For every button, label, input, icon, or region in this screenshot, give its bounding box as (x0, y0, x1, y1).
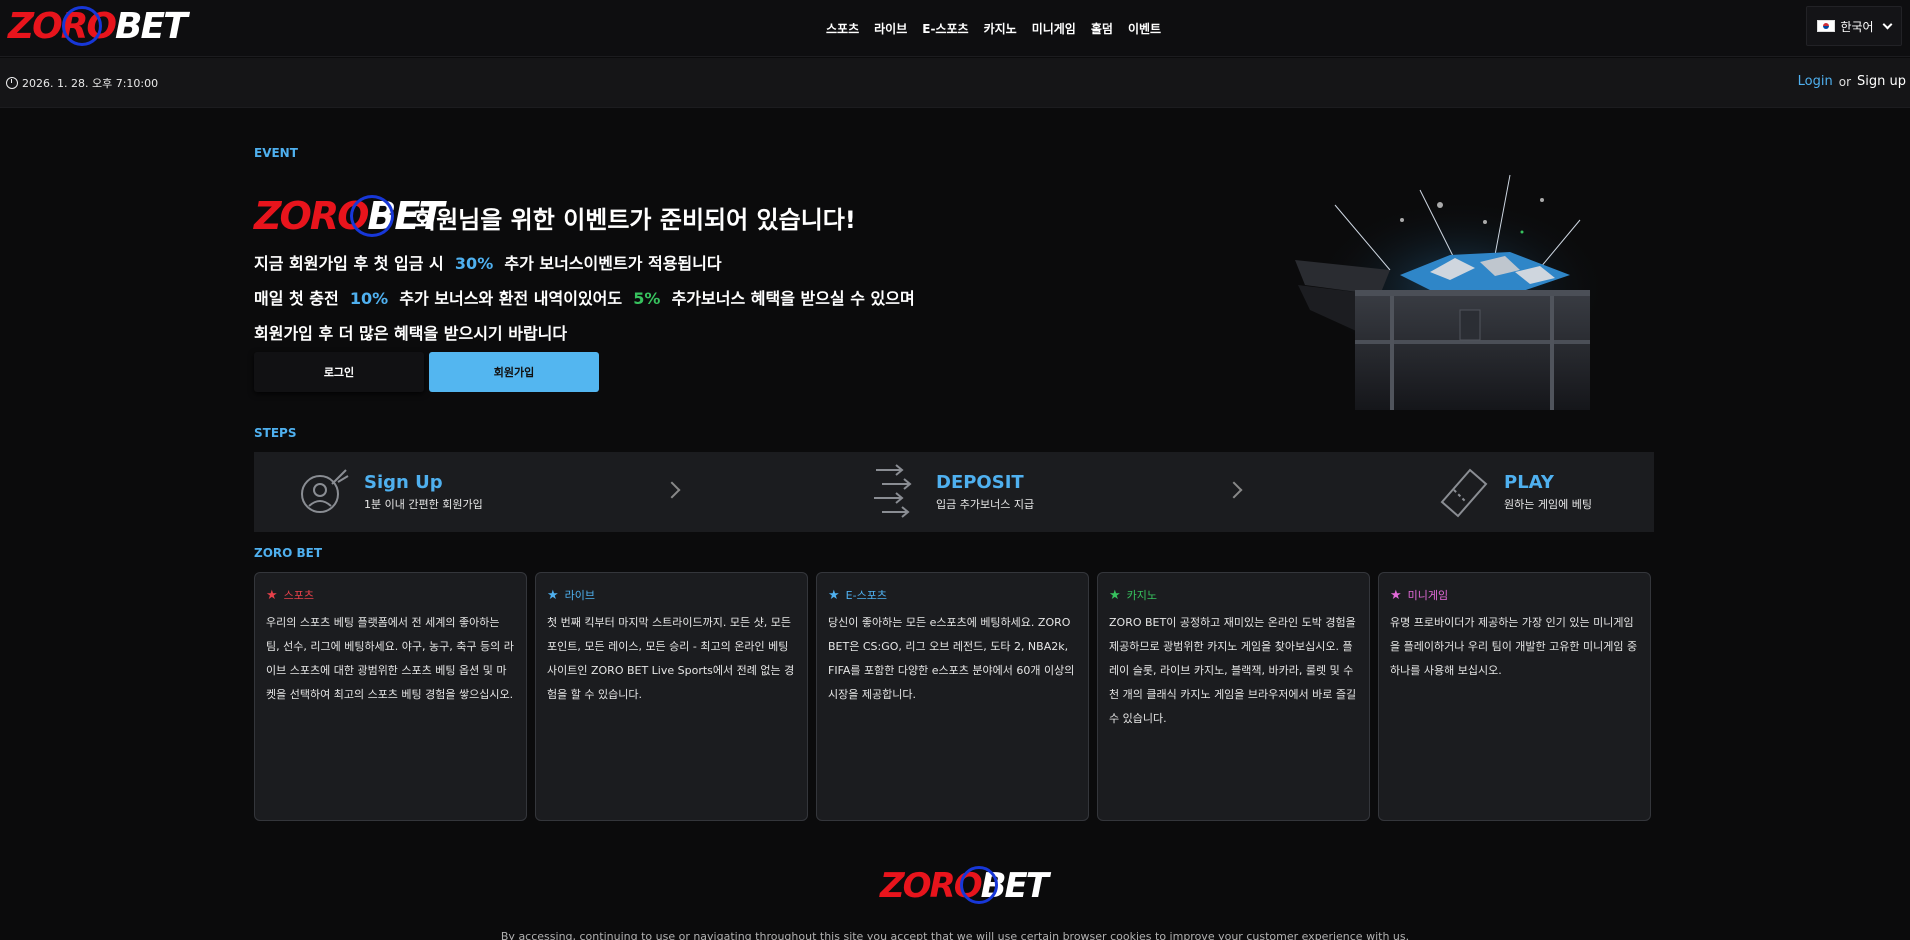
star-icon: ★ (1390, 587, 1402, 603)
card-casino-text: ZORO BET이 공정하고 재미있는 온라인 도박 경험을 제공하므로 광범위… (1109, 616, 1357, 725)
event-section-label: EVENT (254, 146, 298, 160)
sub-header: 2026. 1. 28. 오후 7:10:00 Login or Sign up (0, 58, 1910, 108)
card-esports-title: E-스포츠 (845, 589, 887, 602)
footer-logo-ring-icon (960, 866, 998, 904)
event-line-1-text-b: 추가 보너스이벤트가 적용됩니다 (504, 254, 722, 273)
card-esports[interactable]: ★ E-스포츠 당신이 좋아하는 모든 e스포츠에 베팅하세요. ZORO BET… (816, 572, 1089, 821)
hero-logo-ring-icon (350, 195, 394, 237)
cookie-notice: By accessing, continuing to use or navig… (500, 930, 1410, 940)
card-live-text: 첫 번째 킥부터 마지막 스트라이드까지. 모든 샷, 모든 포인트, 모든 레… (547, 616, 795, 701)
login-link[interactable]: Login (1798, 74, 1833, 89)
step-arrow-icon (663, 481, 681, 499)
event-line-1-text-a: 지금 회원가입 후 첫 입금 시 (254, 254, 444, 273)
brand-logo[interactable]: ZORO BET (8, 5, 188, 47)
event-line-3: 회원가입 후 더 많은 혜택을 받으시기 바랍니다 (254, 324, 568, 343)
event-title: 회원님을 위한 이벤트가 준비되어 있습니다! (414, 206, 856, 234)
step-play-title: PLAY (1504, 472, 1554, 493)
star-icon: ★ (1109, 587, 1121, 603)
card-minigame-title: 미니게임 (1407, 589, 1449, 602)
feature-cards: ★ 스포츠 우리의 스포츠 베팅 플랫폼에서 전 세계의 좋아하는 팀, 선수, … (254, 572, 1651, 821)
step-arrow-icon (1225, 481, 1243, 499)
event-line-1-percent: 30% (454, 254, 494, 273)
card-sports-text: 우리의 스포츠 베팅 플랫폼에서 전 세계의 좋아하는 팀, 선수, 리그에 베… (266, 616, 514, 701)
auth-or-text: or (1838, 74, 1852, 89)
card-minigame-text: 유명 프로바이더가 제공하는 가장 인기 있는 미니게임을 플레이하거나 우리 … (1390, 616, 1638, 677)
card-casino-title: 카지노 (1126, 589, 1158, 602)
steps-section-label: STEPS (254, 426, 297, 440)
datetime-text: 2026. 1. 28. 오후 7:10:00 (22, 77, 159, 90)
treasure-chest-illustration (1295, 174, 1610, 410)
card-live-title: 라이브 (564, 589, 596, 602)
logo-text-white: BET (115, 5, 188, 47)
event-login-button[interactable]: 로그인 (254, 352, 424, 392)
steps-panel: Sign Up 1분 이내 간편한 회원가입 DEPOSIT 입금 추가보너스 … (254, 452, 1654, 532)
card-esports-text: 당신이 좋아하는 모든 e스포츠에 베팅하세요. ZORO BET은 CS:GO… (828, 616, 1075, 701)
nav-esports[interactable]: E-스포츠 (922, 20, 968, 37)
star-icon: ★ (547, 587, 559, 603)
nav-sports[interactable]: 스포츠 (826, 20, 859, 37)
auth-links: Login or Sign up (1798, 74, 1906, 89)
step-signup-sub: 1분 이내 간편한 회원가입 (364, 498, 483, 511)
card-sports[interactable]: ★ 스포츠 우리의 스포츠 베팅 플랫폼에서 전 세계의 좋아하는 팀, 선수, … (254, 572, 527, 821)
deposit-arrows-icon (874, 464, 912, 518)
star-icon: ★ (828, 587, 840, 603)
event-line-1: 지금 회원가입 후 첫 입금 시 30% 추가 보너스이벤트가 적용됩니다 (254, 250, 722, 274)
card-live[interactable]: ★ 라이브 첫 번째 킥부터 마지막 스트라이드까지. 모든 샷, 모든 포인트,… (535, 572, 808, 821)
chevron-down-icon (1882, 19, 1893, 29)
event-join-button[interactable]: 회원가입 (429, 352, 599, 392)
star-icon: ★ (266, 587, 278, 603)
nav-holdem[interactable]: 홀덤 (1091, 20, 1113, 37)
nav-minigame[interactable]: 미니게임 (1032, 20, 1076, 37)
datetime-display: 2026. 1. 28. 오후 7:10:00 (6, 75, 158, 91)
korea-flag-icon (1817, 20, 1836, 32)
step-deposit-title: DEPOSIT (936, 472, 1024, 493)
card-sports-title: 스포츠 (283, 589, 315, 602)
features-section-label: ZORO BET (254, 546, 323, 560)
event-line-2-text-b: 추가 보너스와 환전 내역이있어도 (399, 289, 623, 308)
step-deposit-sub: 입금 추가보너스 지급 (936, 498, 1035, 511)
language-select[interactable]: 한국어 (1806, 6, 1902, 46)
user-signup-icon (301, 469, 349, 513)
card-casino[interactable]: ★ 카지노 ZORO BET이 공정하고 재미있는 온라인 도박 경험을 제공하므… (1097, 572, 1370, 821)
step-play: PLAY 원하는 게임에 베팅 (1434, 452, 1592, 532)
footer-brand-logo: ZORO BET (880, 866, 1049, 906)
event-line-2-text-c: 추가보너스 혜택을 받으실 수 있으며 (671, 289, 915, 308)
main-nav: 스포츠 라이브 E-스포츠 카지노 미니게임 홀덤 이벤트 (826, 0, 1161, 56)
event-line-2-text-a: 매일 첫 충전 (254, 289, 339, 308)
signup-link[interactable]: Sign up (1857, 74, 1906, 89)
ticket-icon (1440, 468, 1488, 518)
step-signup-title: Sign Up (364, 472, 443, 493)
top-header: ZORO BET 스포츠 라이브 E-스포츠 카지노 미니게임 홀덤 이벤트 한국… (0, 0, 1910, 57)
power-clock-icon (6, 77, 18, 89)
nav-event[interactable]: 이벤트 (1128, 20, 1161, 37)
step-play-sub: 원하는 게임에 베팅 (1504, 498, 1592, 511)
language-label: 한국어 (1840, 19, 1874, 34)
nav-casino[interactable]: 카지노 (984, 20, 1017, 37)
event-line-2-percent-2: 5% (633, 289, 661, 308)
logo-ring-icon (62, 6, 102, 46)
step-signup: Sign Up 1분 이내 간편한 회원가입 (294, 452, 483, 532)
event-line-2: 매일 첫 충전 10% 추가 보너스와 환전 내역이있어도 5% 추가보너스 혜… (254, 285, 915, 309)
event-line-2-percent-1: 10% (349, 289, 389, 308)
card-minigame[interactable]: ★ 미니게임 유명 프로바이더가 제공하는 가장 인기 있는 미니게임을 플레이하… (1378, 572, 1651, 821)
step-deposit: DEPOSIT 입금 추가보너스 지급 (866, 452, 1034, 532)
nav-live[interactable]: 라이브 (874, 20, 907, 37)
